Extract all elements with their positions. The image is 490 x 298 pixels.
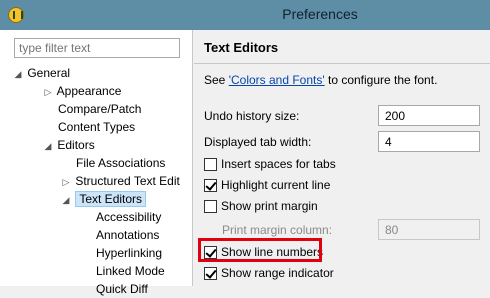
highlight-line-checkbox[interactable]: Highlight current line bbox=[204, 176, 330, 194]
preferences-tree-pane: ◢ General ▷ Appearance Compare/Patch Con… bbox=[0, 30, 193, 296]
range-indicator-checkbox[interactable]: Show range indicator bbox=[204, 264, 334, 282]
undo-history-input[interactable] bbox=[378, 105, 480, 126]
tree-item-label: Editors bbox=[57, 138, 95, 152]
font-hint-prefix: See bbox=[204, 73, 229, 87]
tree-item-quick-diff[interactable]: Quick Diff bbox=[96, 280, 148, 298]
tree-item-compare-patch[interactable]: Compare/Patch bbox=[58, 100, 141, 118]
tree-item-appearance[interactable]: ▷ Appearance bbox=[42, 82, 122, 101]
tree-item-label: File Associations bbox=[76, 156, 166, 170]
checkbox-unchecked-icon[interactable] bbox=[204, 199, 217, 213]
checkbox-checked-icon[interactable] bbox=[204, 266, 217, 280]
collapsed-arrow-icon[interactable]: ▷ bbox=[60, 173, 72, 191]
expanded-arrow-icon[interactable]: ◢ bbox=[12, 65, 24, 83]
tab-width-input[interactable] bbox=[378, 131, 480, 152]
undo-history-label: Undo history size: bbox=[204, 109, 300, 123]
tree-item-label: Linked Mode bbox=[96, 264, 165, 278]
colors-and-fonts-link[interactable]: 'Colors and Fonts' bbox=[229, 73, 325, 87]
tree-item-file-associations[interactable]: File Associations bbox=[76, 154, 165, 172]
checkbox-label: Highlight current line bbox=[221, 178, 331, 192]
collapsed-arrow-icon[interactable]: ▷ bbox=[42, 83, 54, 101]
print-margin-column-input bbox=[378, 219, 480, 240]
page-title: Text Editors bbox=[204, 40, 279, 55]
tree-item-content-types[interactable]: Content Types bbox=[58, 118, 135, 136]
font-hint-suffix: to configure the font. bbox=[324, 73, 438, 87]
tree-item-text-editors[interactable]: ◢ Text Editors bbox=[60, 190, 147, 209]
annotation-highlight-box bbox=[198, 238, 322, 262]
tab-width-label: Displayed tab width: bbox=[204, 135, 312, 149]
checkbox-label: Show print margin bbox=[221, 199, 318, 213]
expanded-arrow-icon[interactable]: ◢ bbox=[42, 137, 54, 155]
tree-item-label: Content Types bbox=[58, 120, 136, 134]
tree-item-general[interactable]: ◢ General bbox=[12, 64, 71, 83]
tree-item-label-selected: Text Editors bbox=[75, 191, 147, 207]
tree-item-structured-text-editors[interactable]: ▷ Structured Text Edit bbox=[60, 172, 180, 190]
tree-item-annotations[interactable]: Annotations bbox=[96, 226, 159, 244]
filter-input[interactable] bbox=[14, 38, 180, 58]
title-bar: Preferences bbox=[0, 0, 490, 30]
tree-item-label: Appearance bbox=[56, 84, 122, 98]
tree-item-label: Compare/Patch bbox=[58, 102, 142, 116]
tree-item-label: Accessibility bbox=[96, 210, 162, 224]
checkbox-checked-icon[interactable] bbox=[204, 178, 217, 192]
tree-item-label: Quick Diff bbox=[96, 282, 148, 296]
print-margin-column-label: Print margin column: bbox=[222, 223, 333, 237]
tree-item-hyperlinking[interactable]: Hyperlinking bbox=[96, 244, 162, 262]
tree-item-label: Structured Text Edit bbox=[75, 174, 180, 188]
checkbox-label: Show range indicator bbox=[221, 266, 334, 280]
tree-item-linked-mode[interactable]: Linked Mode bbox=[96, 262, 165, 280]
tree-item-editors[interactable]: ◢ Editors bbox=[42, 136, 95, 154]
insert-spaces-checkbox[interactable]: Insert spaces for tabs bbox=[204, 155, 336, 173]
checkbox-unchecked-icon[interactable] bbox=[204, 157, 217, 171]
expanded-arrow-icon[interactable]: ◢ bbox=[60, 191, 72, 209]
font-hint: See 'Colors and Fonts' to configure the … bbox=[204, 72, 437, 88]
tree-item-label: Annotations bbox=[96, 228, 160, 242]
checkbox-label: Insert spaces for tabs bbox=[221, 157, 336, 171]
print-margin-checkbox[interactable]: Show print margin bbox=[204, 197, 318, 215]
title-divider bbox=[194, 63, 490, 64]
tree-item-label: Hyperlinking bbox=[96, 246, 163, 260]
tree-item-label: General bbox=[27, 66, 71, 80]
tree-item-accessibility[interactable]: Accessibility bbox=[96, 208, 161, 226]
window-title: Preferences bbox=[282, 6, 358, 22]
